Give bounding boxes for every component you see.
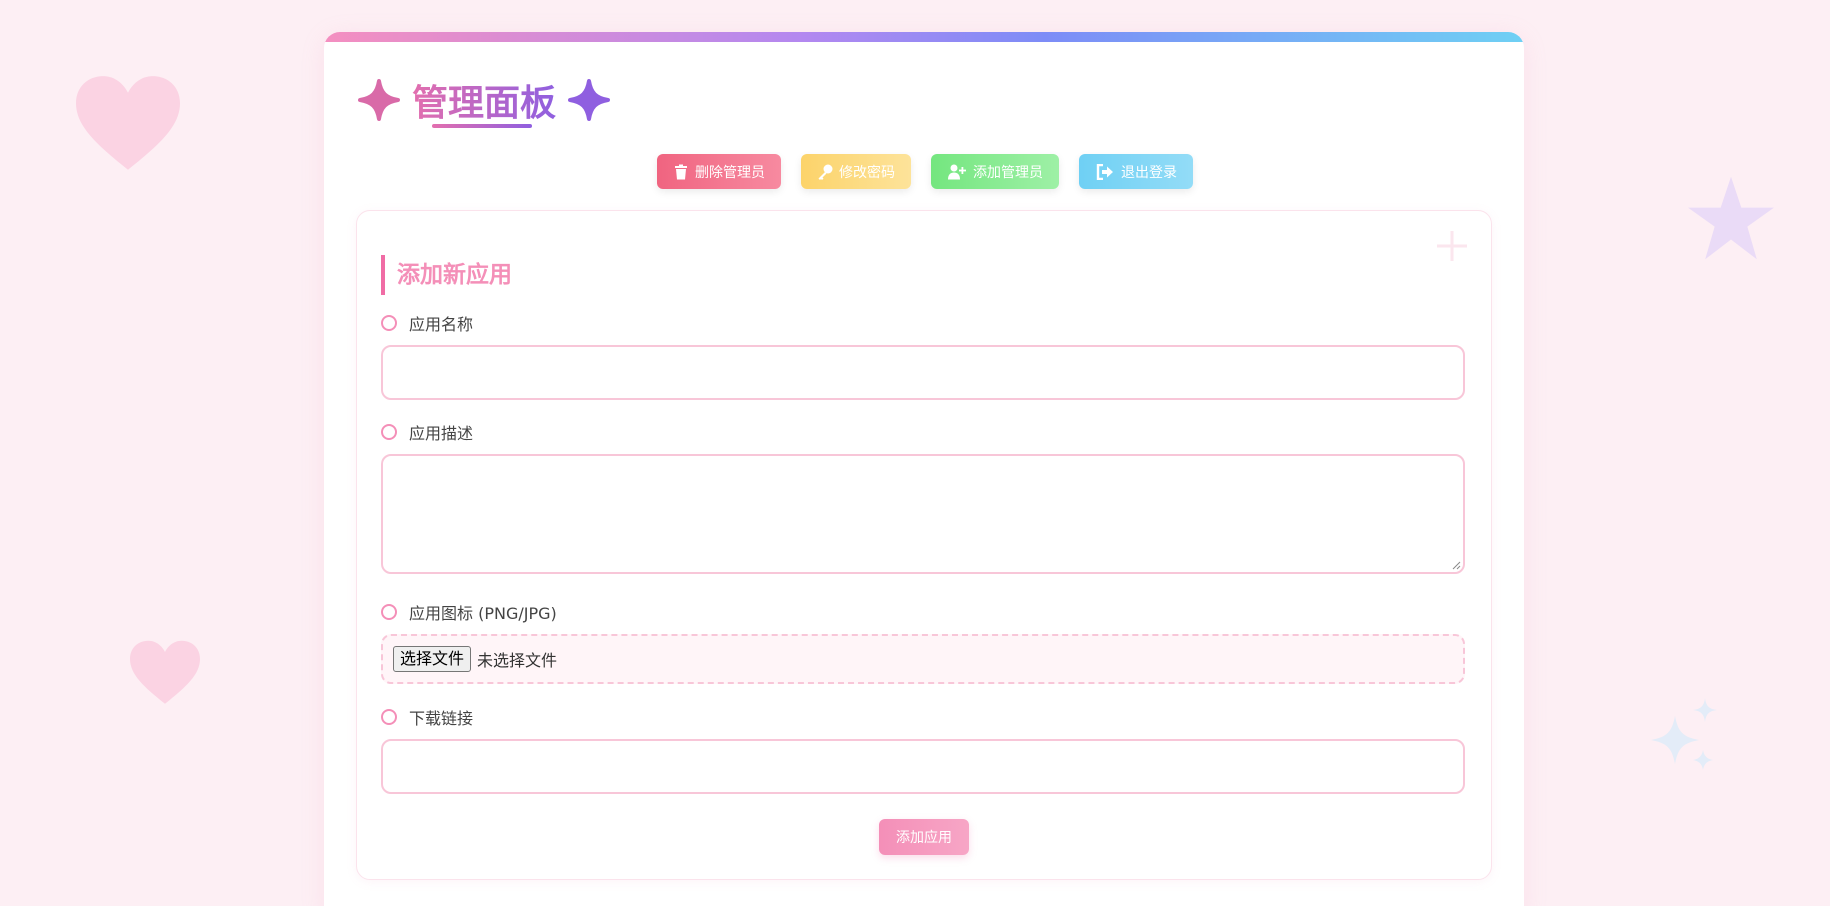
plus-decoration-icon <box>1437 231 1467 261</box>
sparkle-icon <box>358 79 400 121</box>
bullet-icon <box>381 424 397 440</box>
sparkle-icon <box>568 79 611 121</box>
section-title: 添加新应用 <box>381 255 512 295</box>
download-label-row: 下载链接 <box>381 705 473 729</box>
file-status: 未选择文件 <box>477 651 558 670</box>
add-app-button[interactable]: 添加应用 <box>879 819 969 855</box>
heart-decoration-icon <box>130 640 200 704</box>
bullet-icon <box>381 315 397 331</box>
key-icon <box>818 164 833 180</box>
download-link-label: 下载链接 <box>409 709 474 728</box>
choose-file-button[interactable]: 选择文件 <box>393 646 472 672</box>
add-app-form: 添加新应用 应用名称 应用描述 应用图标 (PNG/JPG) 选择文件 未选择文… <box>356 210 1492 880</box>
trash-icon <box>675 164 687 179</box>
star-decoration-icon <box>1688 176 1774 260</box>
app-icon-label-row: 应用图标 (PNG/JPG) <box>381 600 557 624</box>
app-icon-label: 应用图标 (PNG/JPG) <box>409 604 557 623</box>
add-admin-label: 添加管理员 <box>973 163 1043 180</box>
gradient-top-strip <box>324 32 1524 42</box>
app-desc-label: 应用描述 <box>409 424 474 443</box>
app-name-label: 应用名称 <box>409 315 474 334</box>
page-title: 管理面板 <box>412 74 556 126</box>
bullet-icon <box>381 709 397 725</box>
sign-out-icon <box>1096 163 1113 180</box>
user-plus-icon <box>948 164 966 179</box>
delete-admin-label: 删除管理员 <box>695 163 765 180</box>
change-password-label: 修改密码 <box>839 163 895 180</box>
toolbar: 删除管理员 修改密码 添加管理员 退出登录 <box>324 154 1524 189</box>
download-link-input[interactable] <box>381 739 1465 794</box>
app-icon-file-input: 选择文件 未选择文件 <box>381 634 1465 684</box>
title-underline <box>432 124 532 128</box>
app-desc-textarea[interactable] <box>381 454 1465 574</box>
bullet-icon <box>381 604 397 620</box>
sparkle-decoration-icon <box>1651 698 1717 770</box>
admin-panel: 管理面板 删除管理员 修改密码 添加管理员 退出登录 添加新应用 应用名称 应用… <box>324 32 1524 906</box>
page-header: 管理面板 <box>358 70 611 130</box>
heart-decoration-icon <box>76 76 180 170</box>
logout-button[interactable]: 退出登录 <box>1079 154 1193 189</box>
resize-grip-icon[interactable] <box>1451 560 1461 570</box>
app-name-label-row: 应用名称 <box>381 311 473 335</box>
app-name-input[interactable] <box>381 345 1465 400</box>
logout-label: 退出登录 <box>1121 163 1177 180</box>
change-password-button[interactable]: 修改密码 <box>801 154 911 189</box>
app-desc-label-row: 应用描述 <box>381 420 473 444</box>
add-admin-button[interactable]: 添加管理员 <box>931 154 1059 189</box>
delete-admin-button[interactable]: 删除管理员 <box>657 154 781 189</box>
